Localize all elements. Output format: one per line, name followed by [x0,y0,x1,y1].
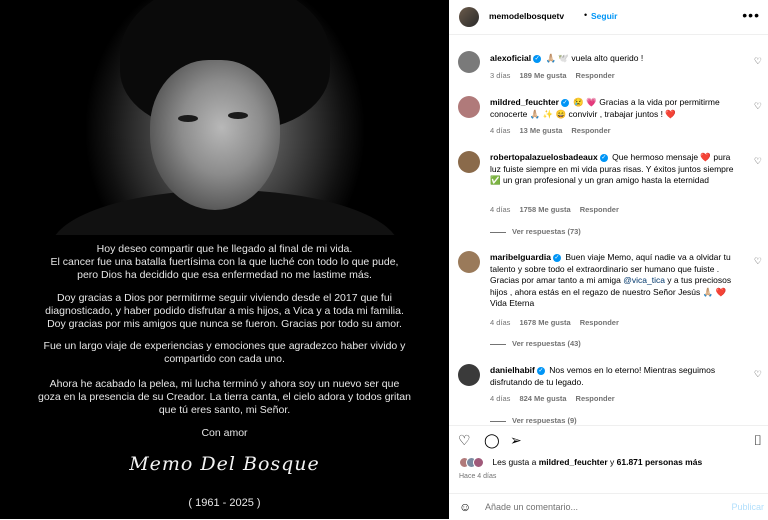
author-username[interactable]: memodelbosquetv [489,11,564,21]
view-replies-button[interactable]: Ver respuestas (73) [490,227,581,236]
post-time: Hace 4 días [459,473,497,480]
verified-badge-icon: ✓ [599,153,608,162]
comment-username[interactable]: mildred_feuchter [490,97,559,107]
view-replies-button[interactable]: Ver respuestas (43) [490,339,581,348]
comment-meta: 4 días 1678 Me gusta Responder [490,318,628,327]
comment-username[interactable]: maribelguardia [490,252,551,262]
comment-body: 🙏🏼 🕊️ vuela alto querido ! [545,53,644,63]
reply-button[interactable]: Responder [576,71,615,80]
comment-text: robertopalazuelosbadeaux ✓ Que hermoso me… [490,152,740,187]
comment-age: 4 días [490,126,511,135]
more-horizontal-icon[interactable]: ••• [742,7,760,23]
liker-avatar [473,457,484,469]
comment-avatar[interactable] [458,96,480,118]
heart-icon[interactable]: ♡ [754,156,762,167]
header-separator: • [584,10,588,20]
post-side-panel: memodelbosquetv • Seguir ••• alexoficial… [449,0,768,519]
comment-username[interactable]: alexoficial [490,53,531,63]
publish-button[interactable]: Publicar [731,502,764,512]
letter-paragraph-3: Fue un largo viaje de experiencias y emo… [0,340,449,366]
comment-likes[interactable]: 1758 Me gusta [519,205,570,214]
comment-username[interactable]: robertopalazuelosbadeaux [490,152,598,162]
comment-avatar[interactable] [458,364,480,386]
reply-button[interactable]: Responder [576,394,615,403]
likes-middle: y [607,457,617,467]
comment-text: maribelguardia ✓ Buen viaje Memo, aquí na… [490,252,740,310]
likes-user[interactable]: mildred_feuchter [539,457,608,467]
verified-badge-icon: ✓ [560,98,569,107]
add-comment-bar: ☺ Publicar [449,493,768,520]
mention-link[interactable]: @vica_tica [623,275,665,285]
letter-line: Ahora he acabado la pelea, mi lucha term… [49,378,400,390]
comment-icon[interactable]: ◯ [484,432,500,449]
follow-button[interactable]: Seguir [591,11,617,21]
reply-button[interactable]: Responder [580,318,619,327]
letter-line: Fue un largo viaje de experiencias y emo… [43,340,406,352]
life-years: ( 1961 - 2025 ) [188,497,261,509]
letter-closing: Con amor [0,427,449,440]
likes-count[interactable]: 61.871 personas más [617,457,703,467]
letter-line: Con amor [201,427,248,439]
comment-meta: 4 días 1758 Me gusta Responder [490,205,628,214]
letter-line: que tú eres santo, mi Señor. [158,403,291,416]
heart-icon[interactable]: ♡ [754,369,762,380]
comment-likes[interactable]: 824 Me gusta [519,394,566,403]
signature: Memo Del Bosque [129,453,320,475]
letter-line: Doy gracias a Dios por permitirme seguir… [56,292,392,304]
letter-paragraph-4: Ahora he acabado la pelea, mi lucha term… [0,378,449,416]
comment-avatar[interactable] [458,151,480,173]
comment-text: mildred_feuchter ✓ 😢 💗 Gracias a la vida … [490,97,740,120]
heart-icon[interactable]: ♡ [458,432,471,449]
heart-icon[interactable]: ♡ [754,101,762,112]
comment-text: alexoficial ✓ 🙏🏼 🕊️ vuela alto querido ! [490,53,740,65]
letter-line: goza en la presencia de su Creador. La t… [38,390,411,403]
comment-avatar[interactable] [458,251,480,273]
likes-prefix: Les gusta a [492,457,539,467]
send-icon[interactable]: ➢ [510,432,522,449]
author-avatar[interactable] [459,7,479,27]
letter-line: compartido con cada uno. [164,352,285,365]
portrait-face [150,60,280,210]
comment-meta: 4 días 13 Me gusta Responder [490,126,620,135]
comment-age: 4 días [490,205,511,214]
portrait-eye-right [228,112,248,119]
letter-line: Doy gracias por mis amigos que nunca se … [47,317,402,330]
comment-likes[interactable]: 13 Me gusta [519,126,562,135]
heart-icon[interactable]: ♡ [754,256,762,267]
portrait-photo [0,0,449,235]
emoji-icon[interactable]: ☺ [459,500,471,514]
comment-likes[interactable]: 1678 Me gusta [519,318,570,327]
letter-paragraph-1: Hoy deseo compartir que he llegado al fi… [0,243,449,281]
comment-age: 4 días [490,394,511,403]
post-header: memodelbosquetv • Seguir ••• [449,0,768,35]
comment-meta: 3 días 189 Me gusta Responder [490,71,624,80]
letter-line: pero Dios ha decidido que esa enfermedad… [77,268,372,281]
comment-age: 4 días [490,318,511,327]
letter-line: Hoy deseo compartir que he llegado al fi… [96,243,353,255]
verified-badge-icon: ✓ [552,253,561,262]
heart-icon[interactable]: ♡ [754,56,762,67]
comment-meta: 4 días 824 Me gusta Responder [490,394,624,403]
letter-line: El cancer fue una batalla fuertísima con… [50,255,399,268]
verified-badge-icon: ✓ [536,366,545,375]
likes-summary: Les gusta a mildred_feuchter y 61.871 pe… [459,457,703,469]
bookmark-icon[interactable]: ⌷ [754,432,762,449]
add-comment-input[interactable] [485,502,715,512]
letter-paragraph-2: Doy gracias a Dios por permitirme seguir… [0,292,449,330]
portrait-eye-left [178,115,198,122]
verified-badge-icon: ✓ [533,54,542,63]
reply-button[interactable]: Responder [571,126,610,135]
reply-button[interactable]: Responder [580,205,619,214]
comment-likes[interactable]: 189 Me gusta [519,71,566,80]
post-actions-bar: ♡ ◯ ➢ ⌷ [449,425,768,450]
post-image[interactable]: Hoy deseo compartir que he llegado al fi… [0,0,449,519]
view-replies-button[interactable]: Ver respuestas (9) [490,416,577,425]
comment-age: 3 días [490,71,511,80]
letter-line: diagnosticado, y haber podido disfrutar … [45,304,404,317]
comment-username[interactable]: danielhabif [490,365,535,375]
comment-avatar[interactable] [458,51,480,73]
comment-text: danielhabif ✓ Nos vemos en lo eterno! Mie… [490,365,740,388]
